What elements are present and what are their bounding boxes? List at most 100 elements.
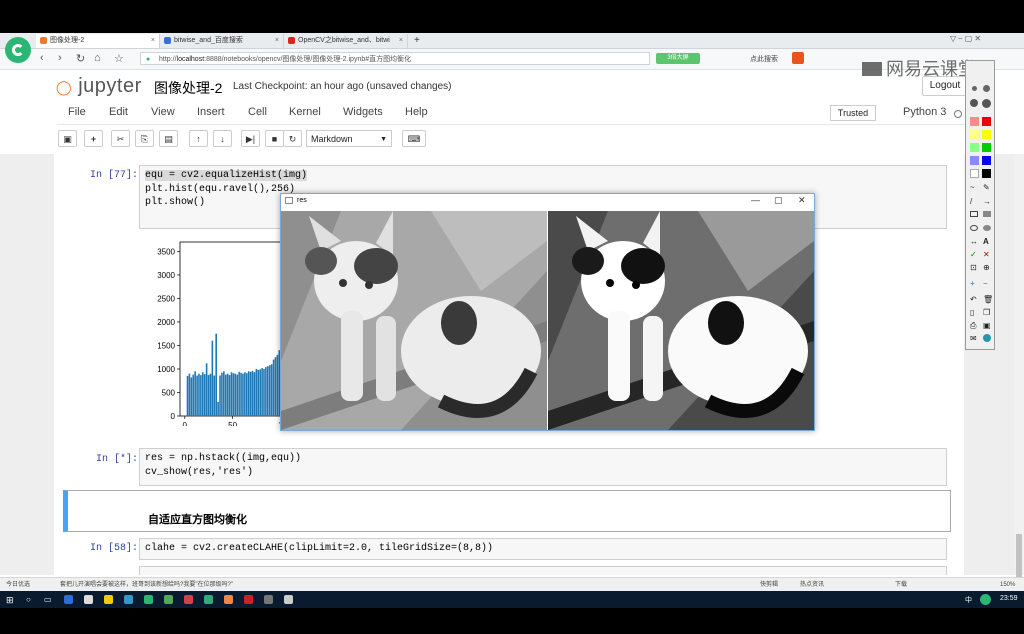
- color-blue-icon[interactable]: [982, 156, 991, 165]
- menu-cell[interactable]: Cell: [248, 106, 267, 118]
- new-tab-button[interactable]: +: [410, 34, 426, 48]
- bookmark-star-icon[interactable]: ☆: [114, 52, 124, 65]
- color-white-icon[interactable]: [970, 169, 979, 178]
- move-up-icon[interactable]: ↑: [189, 130, 208, 147]
- arrow-icon[interactable]: →: [983, 197, 991, 206]
- app-icon[interactable]: [284, 595, 293, 604]
- status-item[interactable]: 快剪辑: [760, 578, 778, 591]
- search-label[interactable]: 点此搜索: [750, 54, 778, 64]
- add-cell-icon[interactable]: +: [84, 130, 103, 147]
- cut-icon[interactable]: ✂: [111, 130, 130, 147]
- clock[interactable]: 23:59: [1000, 595, 1018, 602]
- scrollbar-thumb[interactable]: [1016, 534, 1022, 582]
- close-icon[interactable]: ×: [275, 34, 279, 48]
- minus-icon[interactable]: −: [983, 279, 988, 288]
- url-input[interactable]: ● http://localhost:8888/notebooks/opencv…: [140, 52, 650, 65]
- app-icon[interactable]: [164, 595, 173, 604]
- vertical-scrollbar[interactable]: [1014, 154, 1024, 582]
- code-cell-58[interactable]: clahe = cv2.createCLAHE(clipLimit=2.0, t…: [139, 538, 947, 560]
- app-icon[interactable]: [224, 595, 233, 604]
- print-icon[interactable]: ⎙: [970, 321, 976, 331]
- trusted-indicator[interactable]: Trusted: [830, 105, 876, 121]
- store-icon[interactable]: [84, 595, 93, 604]
- plus-icon[interactable]: +: [970, 279, 975, 288]
- speed-badge[interactable]: 3倍大屏: [656, 53, 700, 64]
- keyboard-icon[interactable]: ⌨: [402, 130, 426, 147]
- double-arrow-icon[interactable]: ↔: [970, 237, 978, 246]
- new-page-icon[interactable]: ▯: [970, 308, 974, 317]
- task-view-icon[interactable]: ▭: [44, 595, 52, 604]
- close-icon[interactable]: ×: [151, 34, 155, 48]
- menu-widgets[interactable]: Widgets: [343, 106, 383, 118]
- app-icon[interactable]: [124, 595, 133, 604]
- check-icon[interactable]: ✓: [970, 250, 977, 259]
- notification-icon[interactable]: [980, 594, 991, 605]
- folder-icon[interactable]: [104, 595, 113, 604]
- move-down-icon[interactable]: ↓: [213, 130, 232, 147]
- text-tool-icon[interactable]: A: [983, 237, 989, 246]
- color-yellow-icon[interactable]: [982, 130, 991, 139]
- menu-insert[interactable]: Insert: [197, 106, 225, 118]
- status-item[interactable]: 下载: [895, 578, 907, 591]
- globe-icon[interactable]: [983, 334, 991, 342]
- jupyter-logo[interactable]: ◯ jupyter: [56, 75, 142, 98]
- status-item[interactable]: 热点资讯: [800, 578, 824, 591]
- tab-opencv-bitwise[interactable]: OpenCV之bitwise_and、bitwi ×: [284, 34, 408, 48]
- pencil-icon[interactable]: ✎: [983, 183, 990, 192]
- window-controls[interactable]: ▽ ⎯ ▢ ✕: [950, 34, 981, 44]
- image-window[interactable]: res — ▢ ✕: [280, 193, 815, 431]
- app-icon[interactable]: [184, 595, 193, 604]
- color-red-icon[interactable]: [982, 117, 991, 126]
- menu-kernel[interactable]: Kernel: [289, 106, 321, 118]
- minimize-icon[interactable]: —: [751, 195, 760, 205]
- crop-icon[interactable]: ⊡: [970, 263, 977, 272]
- app-icon[interactable]: [204, 595, 213, 604]
- search-icon[interactable]: ○: [26, 595, 31, 604]
- app-icon[interactable]: [264, 595, 273, 604]
- menu-file[interactable]: File: [68, 106, 86, 118]
- stop-icon[interactable]: ■: [265, 130, 284, 147]
- zoom-icon[interactable]: ⊕: [983, 263, 990, 272]
- menu-help[interactable]: Help: [405, 106, 428, 118]
- annotation-toolbox[interactable]: ~ ✎ / → ↔ A ✓ ✕ ⊡ ⊕ + − ↶ 🗑 ▯ ❐ ⎙ ▣ ✉: [965, 60, 995, 350]
- pen-medium-icon[interactable]: [983, 85, 990, 92]
- refresh-icon[interactable]: ↻: [76, 52, 85, 65]
- ellipse-icon[interactable]: [970, 225, 978, 231]
- run-icon[interactable]: ▶|: [241, 130, 260, 147]
- status-left-label[interactable]: 今日优选: [6, 578, 30, 591]
- menu-edit[interactable]: Edit: [109, 106, 128, 118]
- paste-icon[interactable]: ▤: [159, 130, 178, 147]
- restart-icon[interactable]: ↻: [283, 130, 302, 147]
- color-black-icon[interactable]: [982, 169, 991, 178]
- kernel-name[interactable]: Python 3: [903, 106, 946, 118]
- copy-icon[interactable]: ⎘: [135, 130, 154, 147]
- zoom-level[interactable]: 150%: [1000, 578, 1015, 591]
- brush-icon[interactable]: [970, 99, 978, 107]
- copy-page-icon[interactable]: ❐: [983, 308, 990, 317]
- forward-icon[interactable]: ›: [58, 52, 62, 64]
- save-icon[interactable]: ▣: [58, 130, 77, 147]
- color-light-green-icon[interactable]: [970, 143, 979, 152]
- close-icon[interactable]: ×: [399, 34, 403, 48]
- notebook-name[interactable]: 图像处理-2: [154, 78, 222, 98]
- tab-image-processing[interactable]: 图像处理-2 ×: [36, 34, 160, 48]
- cell-type-select[interactable]: Markdown ▼: [306, 130, 392, 147]
- pen-small-icon[interactable]: [972, 86, 977, 91]
- ime-indicator[interactable]: 中: [965, 595, 972, 605]
- undo-icon[interactable]: ↶: [970, 295, 977, 304]
- filled-rectangle-icon[interactable]: [983, 211, 991, 217]
- save-disk-icon[interactable]: ▣: [983, 321, 991, 330]
- color-light-yellow-icon[interactable]: [970, 130, 979, 139]
- sogou-icon[interactable]: [792, 52, 804, 64]
- color-light-blue-icon[interactable]: [970, 156, 979, 165]
- close-icon[interactable]: ✕: [798, 195, 806, 206]
- app-icon[interactable]: [244, 595, 253, 604]
- code-cell-running[interactable]: res = np.hstack((img,equ)) cv_show(res,'…: [139, 448, 947, 486]
- rectangle-icon[interactable]: [970, 211, 978, 217]
- back-icon[interactable]: ‹: [40, 52, 44, 64]
- trash-icon[interactable]: 🗑: [983, 295, 993, 304]
- menu-view[interactable]: View: [151, 106, 175, 118]
- browser-icon[interactable]: [144, 595, 153, 604]
- status-news[interactable]: 套把儿开演唱会要被这样，班哥到该新想给吗?我要"在位那级吗?": [60, 578, 233, 591]
- maximize-icon[interactable]: ▢: [774, 195, 783, 206]
